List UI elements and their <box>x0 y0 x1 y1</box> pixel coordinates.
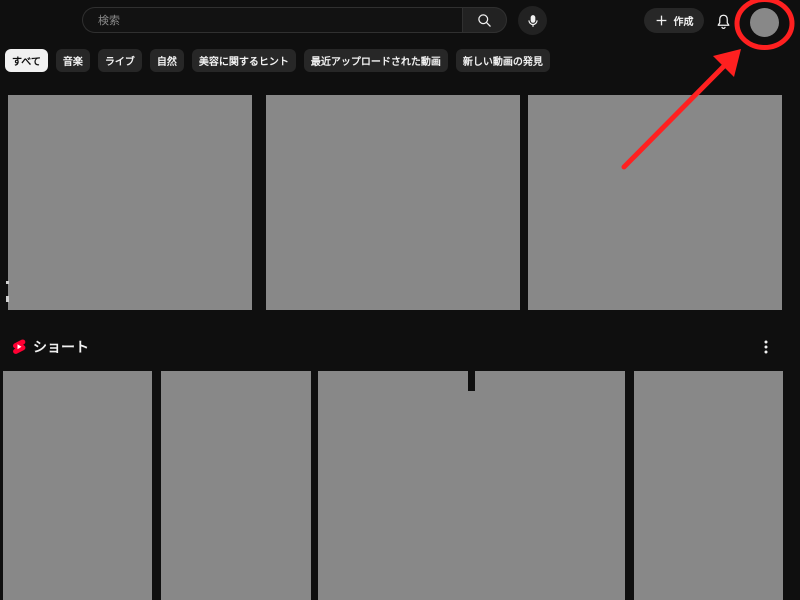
plus-icon <box>656 15 666 26</box>
create-label: 作成 <box>673 17 694 28</box>
short-thumbnail[interactable] <box>161 371 311 600</box>
avatar[interactable] <box>750 8 779 37</box>
youtube-home: 作成 すべて 音楽 ライブ 自然 美容に関するヒント 最近アップロードされた動画… <box>0 0 800 600</box>
video-thumbnail[interactable] <box>8 95 252 310</box>
truncated-text-fragment <box>6 281 9 284</box>
chip-live[interactable]: ライブ <box>97 49 142 72</box>
short-thumbnail[interactable] <box>3 371 152 600</box>
voice-search-button[interactable] <box>518 6 547 35</box>
thumbnail-divider <box>468 371 475 391</box>
search-icon <box>478 13 491 27</box>
search-input[interactable] <box>96 12 462 28</box>
chip-all[interactable]: すべて <box>5 49 48 72</box>
category-chips: すべて 音楽 ライブ 自然 美容に関するヒント 最近アップロードされた動画 新し… <box>5 49 550 72</box>
create-button[interactable]: 作成 <box>644 8 704 33</box>
shorts-shelf-header: ショート <box>12 337 89 357</box>
chip-nature[interactable]: 自然 <box>149 49 184 72</box>
shorts-title: ショート <box>33 340 89 356</box>
chip-new-to-you[interactable]: 新しい動画の発見 <box>455 49 550 72</box>
chip-music[interactable]: 音楽 <box>55 49 90 72</box>
video-thumbnail[interactable] <box>266 95 520 310</box>
truncated-text-fragment <box>6 296 9 302</box>
shorts-icon <box>13 339 26 354</box>
short-thumbnail[interactable] <box>634 371 783 600</box>
search-button[interactable] <box>462 7 507 33</box>
more-vert-icon <box>764 340 768 354</box>
chip-recently-uploaded[interactable]: 最近アップロードされた動画 <box>303 49 448 72</box>
video-thumbnail[interactable] <box>528 95 782 310</box>
mic-icon <box>527 14 538 27</box>
short-thumbnail[interactable] <box>318 371 625 600</box>
shorts-more-button[interactable] <box>758 338 774 356</box>
bell-icon <box>717 14 729 29</box>
search-box[interactable] <box>82 7 462 33</box>
notifications-button[interactable] <box>713 10 733 32</box>
chip-beauty-tips[interactable]: 美容に関するヒント <box>191 49 296 72</box>
annotation-arrow-head <box>713 49 741 77</box>
